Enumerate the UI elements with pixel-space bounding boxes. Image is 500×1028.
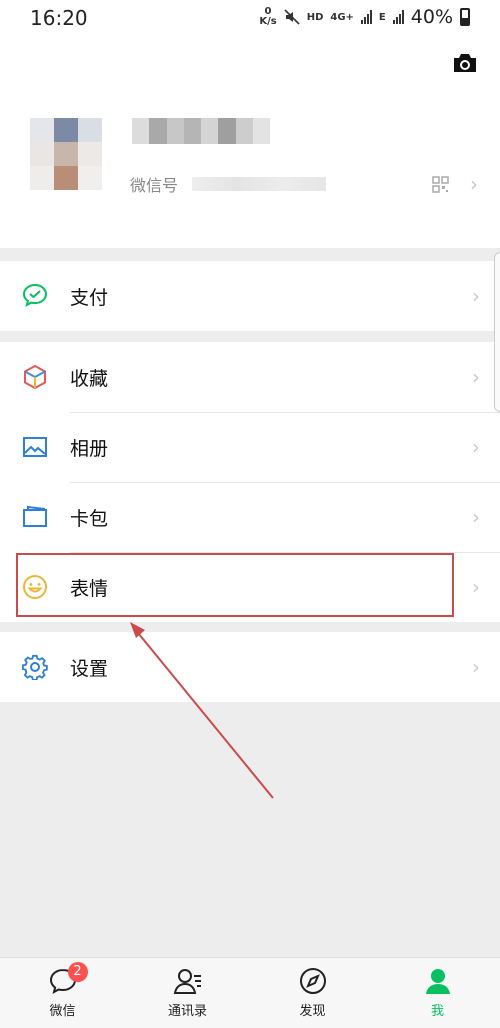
qr-code-icon[interactable] xyxy=(432,176,449,193)
status-bar: 16:20 0 K/s HD 4G+ E 40% xyxy=(0,0,500,36)
edge-panel-handle[interactable] xyxy=(494,252,500,412)
menu-group-settings: 设置 › xyxy=(0,632,500,702)
chevron-right-icon: › xyxy=(472,284,480,308)
wechat-id-row: 微信号 xyxy=(130,172,327,196)
network-type-2: E xyxy=(378,11,386,23)
menu-item-label: 相册 xyxy=(70,437,109,460)
wechat-id-blurred xyxy=(192,177,327,191)
tab-discover[interactable]: 发现 xyxy=(250,958,375,1028)
battery-icon xyxy=(460,8,470,26)
contacts-icon xyxy=(173,966,203,996)
status-indicators: 0 K/s HD 4G+ E 40% xyxy=(259,6,470,28)
highlight-box xyxy=(16,553,454,617)
chevron-right-icon: › xyxy=(472,575,480,599)
pay-icon xyxy=(22,283,48,307)
tab-label: 发现 xyxy=(299,1004,326,1019)
menu-item-album[interactable]: 相册 › xyxy=(0,412,500,482)
menu-item-settings[interactable]: 设置 › xyxy=(0,632,500,702)
profile-header[interactable]: 微信号 › xyxy=(0,36,500,248)
avatar[interactable] xyxy=(30,118,102,190)
cards-icon xyxy=(23,505,47,527)
signal-icon xyxy=(360,10,372,24)
chat-bubble-icon: 2 xyxy=(48,962,88,996)
album-icon xyxy=(23,437,47,457)
chevron-right-icon: › xyxy=(472,505,480,529)
network-speed-unit: K/s xyxy=(259,16,277,27)
status-time: 16:20 xyxy=(30,6,88,30)
menu-item-cards[interactable]: 卡包 › xyxy=(0,482,500,552)
bottom-nav: 2 微信 通讯录 发现 我 xyxy=(0,957,500,1028)
tab-me[interactable]: 我 xyxy=(375,958,500,1028)
menu-group-pay: 支付 › xyxy=(0,261,500,331)
wechat-id-label: 微信号 xyxy=(130,176,179,195)
unread-badge: 2 xyxy=(67,962,88,982)
gear-icon xyxy=(22,654,48,680)
compass-icon xyxy=(298,966,328,996)
chevron-right-icon: › xyxy=(472,655,480,679)
chevron-right-icon: › xyxy=(472,365,480,389)
menu-item-label: 卡包 xyxy=(70,507,109,530)
tab-label: 通讯录 xyxy=(167,1004,207,1019)
menu-item-label: 设置 xyxy=(70,657,109,680)
signal-icon-2 xyxy=(392,10,404,24)
tab-label: 微信 xyxy=(49,1004,76,1019)
menu-item-label: 收藏 xyxy=(70,367,109,390)
camera-icon[interactable] xyxy=(452,52,478,74)
menu-item-favorites[interactable]: 收藏 › xyxy=(0,342,500,412)
chevron-right-icon: › xyxy=(472,435,480,459)
menu-item-label: 支付 xyxy=(70,286,109,309)
tab-label: 我 xyxy=(430,1004,444,1019)
hd-indicator: HD xyxy=(306,11,324,23)
mute-icon xyxy=(284,9,300,25)
chevron-right-icon: › xyxy=(470,172,478,196)
tab-contacts[interactable]: 通讯录 xyxy=(125,958,250,1028)
nickname-blurred xyxy=(132,118,270,144)
menu-item-pay[interactable]: 支付 › xyxy=(0,261,500,331)
network-type: 4G+ xyxy=(330,11,354,23)
favorites-icon xyxy=(24,364,46,390)
network-speed: 0 K/s xyxy=(259,7,276,27)
person-icon xyxy=(423,966,453,996)
battery-percent: 40% xyxy=(410,6,453,28)
tab-chats[interactable]: 2 微信 xyxy=(0,958,125,1028)
